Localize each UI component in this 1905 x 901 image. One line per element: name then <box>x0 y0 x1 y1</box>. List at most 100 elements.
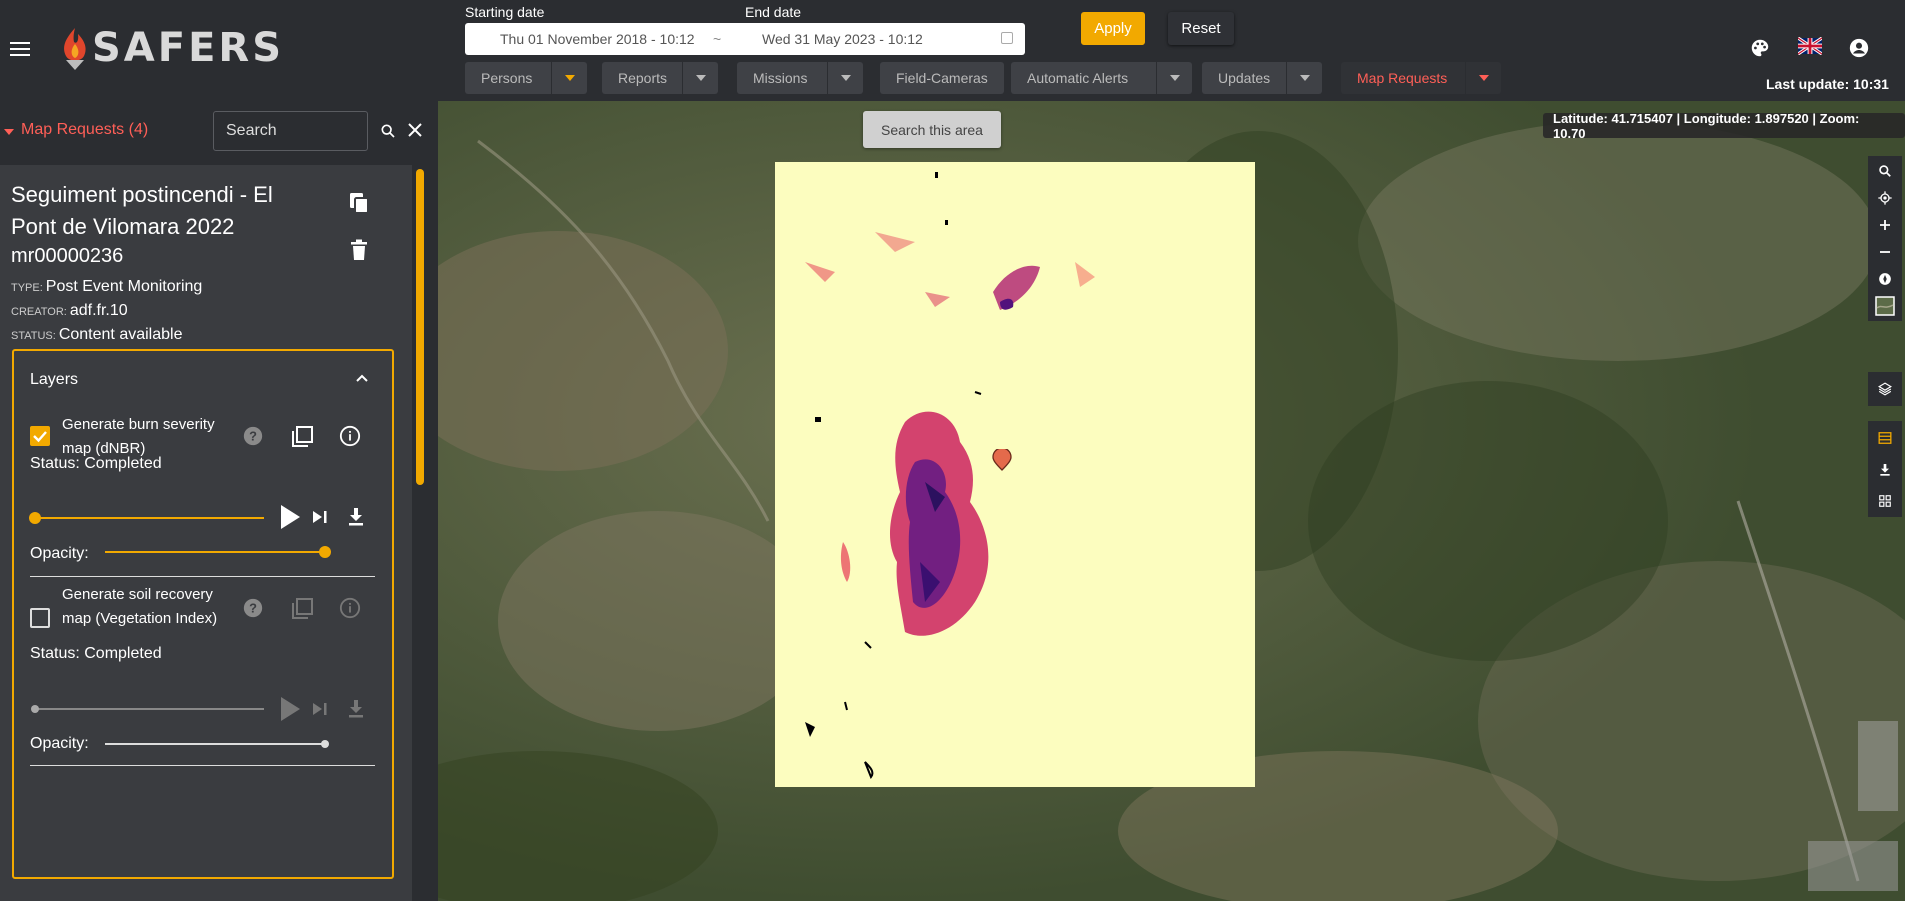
tab-map-requests[interactable]: Map Requests <box>1341 62 1501 94</box>
tab-missions[interactable]: Missions <box>737 62 863 94</box>
end-date-value[interactable]: Wed 31 May 2023 - 10:12 <box>762 31 923 47</box>
layer-name: Generate burn severity map (dNBR) <box>62 416 215 457</box>
skip-next-icon[interactable] <box>312 510 328 524</box>
tab-label: Map Requests <box>1357 70 1448 86</box>
menu-icon[interactable] <box>10 42 30 56</box>
timeline-slider[interactable] <box>34 517 264 519</box>
close-icon[interactable] <box>408 123 422 137</box>
tab-updates[interactable]: Updates <box>1202 62 1322 94</box>
zoom-in-icon[interactable] <box>1868 210 1902 240</box>
account-icon[interactable] <box>1848 37 1870 59</box>
duplicate-layer-icon[interactable] <box>290 425 314 449</box>
help-icon[interactable]: ? <box>242 597 264 619</box>
app-logo: SAFERS <box>60 22 284 74</box>
section-title[interactable]: Map Requests (4) <box>21 121 148 139</box>
coordinates-readout: Latitude: 41.715407 | Longitude: 1.89752… <box>1543 111 1905 141</box>
timeline-slider-handle[interactable] <box>29 512 41 524</box>
creator-key: Creator: <box>11 306 67 318</box>
map-view[interactable]: Search this area Latitude: 41.715407 | L… <box>438 101 1905 901</box>
opacity-slider[interactable] <box>105 551 325 553</box>
date-range-input[interactable]: Thu 01 November 2018 - 10:12 ~ Wed 31 Ma… <box>465 23 1025 55</box>
zoom-out-icon[interactable] <box>1868 237 1902 267</box>
trash-icon[interactable] <box>350 239 368 261</box>
uk-flag-icon[interactable] <box>1798 37 1822 55</box>
chevron-down-icon[interactable] <box>827 62 863 94</box>
chevron-down-icon[interactable] <box>551 62 587 94</box>
map-download-icon[interactable] <box>1868 454 1902 486</box>
tab-field-cameras[interactable]: Field-Cameras <box>880 62 1004 94</box>
chevron-down-icon[interactable] <box>1286 62 1322 94</box>
play-icon <box>281 697 300 721</box>
date-separator: ~ <box>713 31 722 47</box>
check-icon <box>33 431 47 443</box>
end-date-label: End date <box>745 4 802 20</box>
app-root: SAFERS Starting date End date Thu 01 Nov… <box>0 0 1905 901</box>
info-icon <box>339 597 361 619</box>
tab-automatic-alerts[interactable]: Automatic Alerts <box>1011 62 1192 94</box>
layer-checkbox[interactable] <box>30 426 50 446</box>
opacity-label: Opacity: <box>30 545 89 562</box>
opacity-slider-handle[interactable] <box>319 546 331 558</box>
map-request-card: Seguiment postincendi - El Pont de Vilom… <box>0 165 412 901</box>
copy-icon[interactable] <box>348 191 370 215</box>
layer-checkbox[interactable] <box>30 608 50 628</box>
play-icon[interactable] <box>278 503 302 531</box>
reset-button[interactable]: Reset <box>1168 12 1234 45</box>
basemap-switch-icon[interactable] <box>1868 291 1902 321</box>
status-key: Status: <box>11 330 56 342</box>
layer-divider <box>30 765 375 766</box>
start-date-value[interactable]: Thu 01 November 2018 - 10:12 <box>500 31 695 47</box>
apps-icon[interactable] <box>1868 485 1902 517</box>
tab-label: Missions <box>753 70 808 86</box>
timeline-slider-handle <box>31 705 39 713</box>
layer-status: Status: Completed <box>30 645 162 662</box>
apply-button[interactable]: Apply <box>1081 12 1145 45</box>
starting-date-label: Starting date <box>465 4 545 20</box>
calendar-icon[interactable] <box>1001 32 1013 44</box>
sidebar: Map Requests (4) Search Seguiment postin… <box>0 101 438 901</box>
sidebar-scrollbar[interactable] <box>416 169 424 485</box>
locate-icon[interactable] <box>1868 183 1902 213</box>
layers-panel: Layers Generate burn severity map (dNBR)… <box>12 349 394 879</box>
layer-status: Status: Completed <box>30 455 162 472</box>
opacity-label: Opacity: <box>30 735 89 752</box>
flame-logo-icon <box>64 28 86 70</box>
request-code: mr00000236 <box>11 245 124 267</box>
tab-reports[interactable]: Reports <box>602 62 718 94</box>
svg-text:?: ? <box>249 601 257 616</box>
palette-icon[interactable] <box>1749 37 1771 59</box>
request-title: Seguiment postincendi - El Pont de Vilom… <box>11 182 273 239</box>
opacity-slider-handle[interactable] <box>321 740 329 748</box>
tab-label: Updates <box>1218 70 1271 86</box>
compass-icon[interactable] <box>1868 264 1902 294</box>
opacity-slider[interactable] <box>105 743 325 745</box>
chevron-down-icon[interactable] <box>682 62 718 94</box>
search-this-area-button[interactable]: Search this area <box>863 111 1001 148</box>
search-icon[interactable] <box>380 123 396 139</box>
download-icon[interactable] <box>347 507 365 527</box>
chevron-up-icon[interactable] <box>354 371 370 387</box>
tab-label: Reports <box>618 70 668 86</box>
layers-title: Layers <box>30 371 79 388</box>
table-icon[interactable] <box>1868 421 1902 455</box>
sidebar-header: Map Requests (4) Search <box>0 101 438 161</box>
chevron-down-icon[interactable] <box>1465 62 1501 94</box>
request-creator: Creator: adf.fr.10 <box>11 302 128 320</box>
layer-name: Generate soil recovery map (Vegetation I… <box>62 586 218 627</box>
burn-severity-overlay <box>775 162 1255 787</box>
tab-label: Automatic Alerts <box>1027 70 1129 86</box>
help-icon[interactable]: ? <box>242 425 264 447</box>
chevron-down-icon[interactable] <box>1156 62 1192 94</box>
tab-label: Field-Cameras <box>896 70 988 86</box>
duplicate-layer-icon <box>292 598 313 619</box>
tab-persons[interactable]: Persons <box>465 62 587 94</box>
map-pin-icon[interactable] <box>991 449 1013 471</box>
app-name: SAFERS <box>92 25 285 71</box>
layers-icon[interactable] <box>1868 372 1902 406</box>
collapse-caret-icon[interactable] <box>4 129 14 135</box>
svg-text:?: ? <box>249 429 257 444</box>
status-value: Content available <box>58 326 183 343</box>
info-icon[interactable] <box>339 425 361 447</box>
search-input[interactable]: Search <box>213 111 368 151</box>
map-search-icon[interactable] <box>1868 156 1902 186</box>
